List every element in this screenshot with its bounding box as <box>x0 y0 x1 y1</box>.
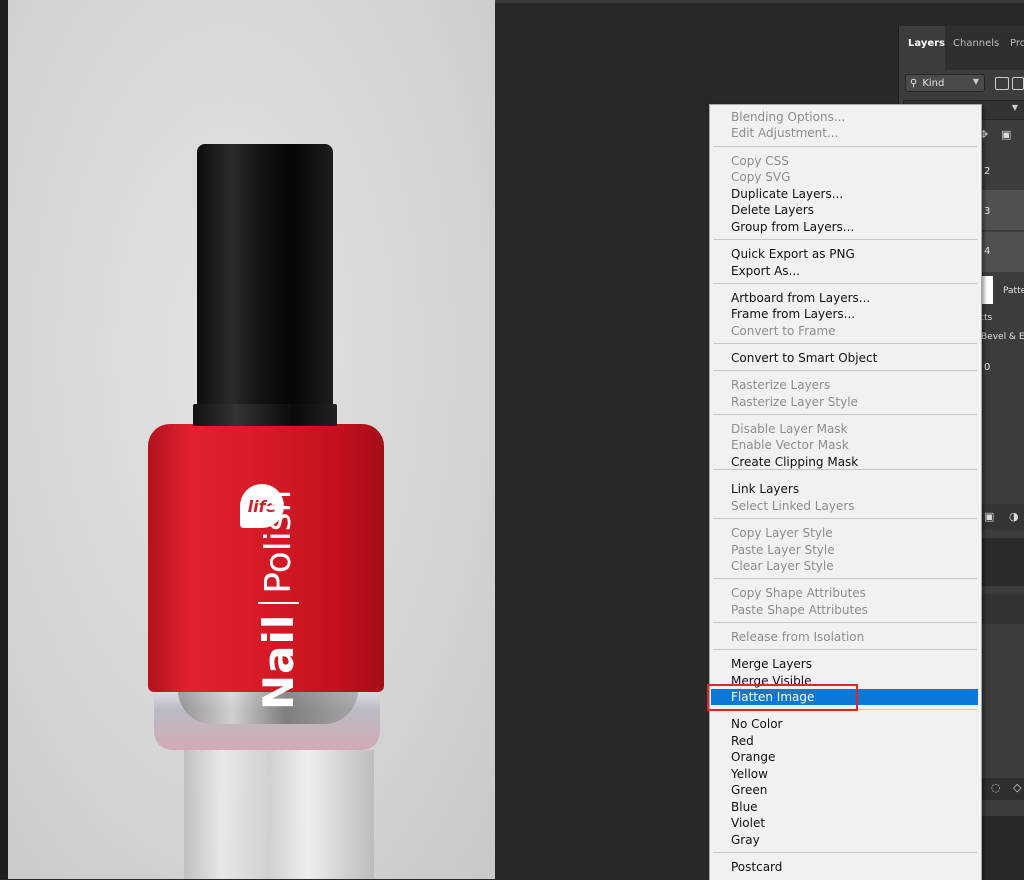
menu-item-convert-to-smart-object[interactable]: Convert to Smart Object <box>711 350 978 366</box>
bottle-cap <box>197 144 333 426</box>
menu-item-duplicate-layers[interactable]: Duplicate Layers... <box>711 186 978 202</box>
menu-item-create-clipping-mask[interactable]: Create Clipping Mask <box>711 454 978 470</box>
menu-separator <box>713 414 977 415</box>
menu-item-no-color[interactable]: No Color <box>711 716 978 732</box>
layer-filter-row: ⚲ Kind ▼ <box>899 72 1024 96</box>
menu-item-enable-vector-mask: Enable Vector Mask <box>731 438 849 452</box>
diamond-icon[interactable]: ◇ <box>1013 781 1021 794</box>
layer-name-partial: Patte <box>1003 286 1024 296</box>
tab-layers[interactable]: Layers <box>908 38 945 49</box>
search-icon: ⚲ <box>910 77 918 89</box>
menu-item-disable-layer-mask: Disable Layer Mask <box>731 422 848 436</box>
menu-item-copy-css: Copy CSS <box>731 154 789 168</box>
menu-item-select-linked-layers: Select Linked Layers <box>731 499 855 513</box>
dotted-circle-icon[interactable]: ◌ <box>991 781 1001 794</box>
menu-item-copy-layer-style: Copy Layer Style <box>731 526 833 540</box>
menu-item-merge-visible[interactable]: Merge Visible <box>711 673 978 689</box>
document-canvas[interactable]: life Nail Polish <box>8 0 495 879</box>
menu-item-delete-layers[interactable]: Delete Layers <box>711 202 978 218</box>
menu-item-rasterize-layer-style: Rasterize Layer Style <box>731 395 858 409</box>
menu-item-artboard-from-layers[interactable]: Artboard from Layers... <box>711 290 978 306</box>
menu-separator <box>713 622 977 623</box>
layer-number: 3 <box>984 206 991 217</box>
menu-item-blending-options: Blending Options... <box>731 110 846 124</box>
tab-paths[interactable]: Pro <box>1010 38 1024 49</box>
menu-separator <box>713 852 977 853</box>
layer-number: 2 <box>984 166 991 177</box>
panel-tab-bar: Layers Channels Pro <box>899 26 1024 70</box>
menu-separator <box>713 343 977 344</box>
menu-item-merge-layers[interactable]: Merge Layers <box>711 656 978 672</box>
bottle-label: Nail Polish <box>238 489 318 710</box>
menu-item-clear-layer-style: Clear Layer Style <box>731 559 834 573</box>
menu-item-violet[interactable]: Violet <box>711 815 978 831</box>
menu-separator <box>713 283 977 284</box>
menu-item-paste-shape-attributes: Paste Shape Attributes <box>731 603 868 617</box>
canvas-frame-edge <box>0 0 8 879</box>
chevron-down-icon: ▼ <box>972 77 979 86</box>
layer-context-menu: Blending Options... Edit Adjustment... Cop… <box>709 104 982 880</box>
workspace-top-border <box>495 0 1024 3</box>
mask-icon[interactable]: ▣ <box>984 510 994 523</box>
menu-item-frame-from-layers[interactable]: Frame from Layers... <box>711 306 978 322</box>
menu-item-convert-to-frame: Convert to Frame <box>731 324 836 338</box>
menu-item-quick-export-as-png[interactable]: Quick Export as PNG <box>711 246 978 262</box>
adjustment-filter-icon[interactable] <box>1012 77 1024 90</box>
menu-item-copy-svg: Copy SVG <box>731 170 791 184</box>
menu-item-red[interactable]: Red <box>711 733 978 749</box>
menu-separator <box>713 649 977 650</box>
chevron-down-icon: ▼ <box>1011 103 1018 112</box>
bottle-cap-rim <box>193 404 337 426</box>
menu-item-green[interactable]: Green <box>711 782 978 798</box>
menu-separator <box>713 518 977 519</box>
label-secondary: Polish <box>257 489 299 604</box>
label-primary: Nail <box>253 613 303 710</box>
menu-separator <box>713 370 977 371</box>
adjustment-icon[interactable]: ◑ <box>1009 510 1019 523</box>
menu-item-gray[interactable]: Gray <box>711 832 978 848</box>
bevel-effect-partial: Bevel & E <box>981 332 1024 342</box>
menu-item-paste-layer-style: Paste Layer Style <box>731 543 835 557</box>
pixel-filter-icon[interactable] <box>995 77 1009 90</box>
menu-item-release-from-isolation: Release from Isolation <box>731 630 865 644</box>
menu-item-yellow[interactable]: Yellow <box>711 766 978 782</box>
tab-channels[interactable]: Channels <box>953 38 999 49</box>
kind-filter-select[interactable]: ⚲ Kind ▼ <box>905 74 985 92</box>
menu-separator <box>713 469 977 470</box>
menu-item-flatten-image[interactable]: Flatten Image <box>711 689 978 705</box>
menu-item-postcard[interactable]: Postcard <box>711 859 978 875</box>
menu-separator <box>713 578 977 579</box>
menu-separator <box>713 239 977 240</box>
artboard-icon[interactable]: ▣ <box>1001 128 1011 141</box>
menu-item-link-layers[interactable]: Link Layers <box>711 481 978 497</box>
menu-item-export-as[interactable]: Export As... <box>711 263 978 279</box>
layer-number: 4 <box>984 246 991 257</box>
glass-stand <box>184 750 374 879</box>
kind-filter-label: Kind <box>922 77 945 89</box>
menu-item-edit-adjustment: Edit Adjustment... <box>731 126 839 140</box>
menu-item-orange[interactable]: Orange <box>711 749 978 765</box>
menu-item-rasterize-layers: Rasterize Layers <box>731 378 831 392</box>
menu-item-copy-shape-attributes: Copy Shape Attributes <box>731 586 866 600</box>
menu-separator <box>713 709 977 710</box>
menu-separator <box>713 146 977 147</box>
menu-item-group-from-layers[interactable]: Group from Layers... <box>711 219 978 235</box>
menu-item-blue[interactable]: Blue <box>711 799 978 815</box>
layer-number: 0 <box>984 362 991 373</box>
